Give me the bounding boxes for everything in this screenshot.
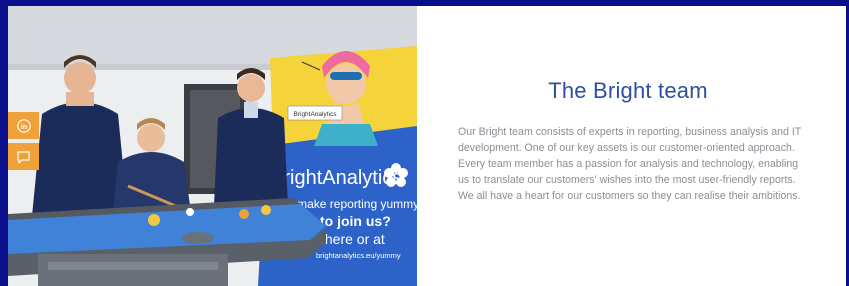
section-description: Our Bright team consists of experts in r…	[458, 126, 802, 202]
banner-tag: BrightAnalytics	[294, 111, 338, 118]
linkedin-button[interactable]: in	[8, 112, 39, 139]
team-section: BrightAnalytics BrightAnalytics We make …	[8, 6, 846, 286]
banner-line-2: to join us?	[320, 213, 391, 229]
team-content: The Bright team Our Bright team consists…	[448, 78, 808, 204]
social-links: in	[8, 112, 39, 170]
section-title: The Bright team	[548, 78, 708, 103]
banner-brand: BrightAnalytics	[270, 167, 402, 189]
linkedin-label: in	[20, 124, 26, 131]
team-photo: BrightAnalytics BrightAnalytics We make …	[8, 6, 417, 286]
banner-url: brightanalytics.eu/yummy	[316, 251, 401, 260]
chat-button[interactable]	[8, 143, 39, 170]
chat-icon	[16, 150, 31, 164]
linkedin-icon: in	[16, 118, 31, 133]
